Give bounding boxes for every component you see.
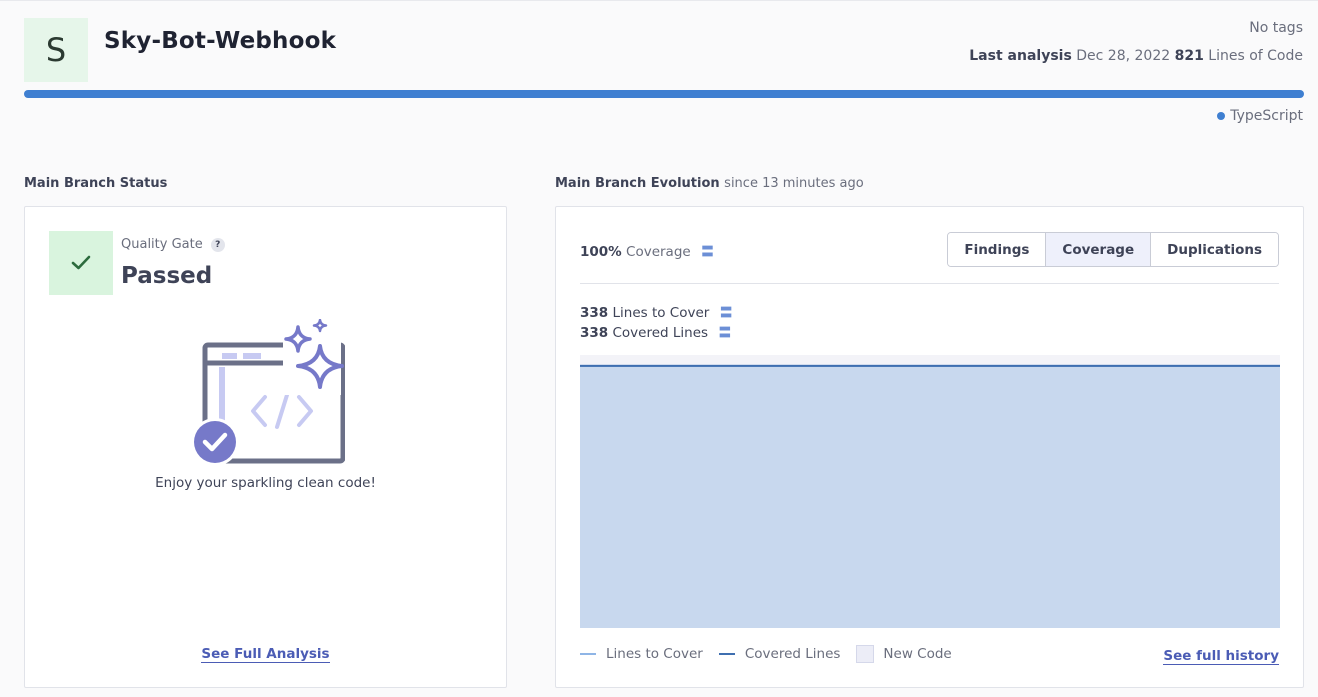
covered-lines-line-icon [718,653,735,655]
legend-new-code-label: New Code [883,646,952,662]
card-divider [580,283,1279,284]
graph-type-toggle: Findings Coverage Duplications [947,232,1279,267]
clean-code-illustration-icon [191,319,345,466]
covered-lines-metric: 338 Covered Lines 〓 [580,322,731,341]
quality-gate-text: Quality Gate [121,237,203,252]
avatar-letter: S [45,31,67,69]
chart-legend: Lines to Cover Covered Lines New Code [580,645,968,663]
covered-lines-area [580,365,1280,628]
covered-lines-value: 338 [580,325,609,341]
loc-label: Lines of Code [1208,48,1303,64]
see-full-analysis-link[interactable]: See Full Analysis [201,646,330,663]
see-full-history-link[interactable]: See full history [1163,648,1279,665]
language-distribution-bar [24,90,1304,98]
language-dot-icon [1217,112,1226,120]
see-full-analysis-wrap: See Full Analysis [25,643,506,663]
lines-to-cover-value: 338 [580,305,609,321]
see-full-history-wrap: See full history [1163,645,1279,665]
tab-findings[interactable]: Findings [948,233,1047,266]
project-tags[interactable]: No tags [1249,20,1303,36]
last-analysis-info: Last analysis Dec 28, 2022 821 Lines of … [969,48,1303,64]
equal-icon: 〓 [719,306,733,321]
quality-gate-badge [49,231,113,295]
covered-lines-label: Covered Lines [612,325,709,341]
top-border [0,0,1318,1]
status-card: Quality Gate ? Passed Enjoy your sparkli… [24,206,507,688]
lines-to-cover-metric: 338 Lines to Cover 〓 [580,302,733,321]
coverage-value: 100% [580,244,622,260]
lines-to-cover-line-icon [580,653,596,655]
enjoy-message: Enjoy your sparkling clean code! [155,475,376,491]
project-avatar: S [24,18,88,82]
equal-icon: 〓 [718,326,732,341]
evolution-title: Main Branch Evolution [555,176,720,191]
check-icon [71,255,91,270]
tab-coverage[interactable]: Coverage [1046,233,1152,266]
project-title[interactable]: Sky-Bot-Webhook [104,28,336,54]
quality-gate-status: Passed [121,263,213,289]
tab-duplications[interactable]: Duplications [1151,233,1278,266]
legend-lines-to-cover: Lines to Cover [580,646,703,662]
equal-icon: 〓 [701,245,715,260]
evolution-card: 100% Coverage 〓 Findings Coverage Duplic… [555,206,1304,688]
evolution-since: since 13 minutes ago [724,176,864,191]
language-label: TypeScript [1230,108,1303,124]
lines-to-cover-label: Lines to Cover [612,305,710,321]
language-legend: TypeScript [1217,108,1303,124]
quality-gate-label: Quality Gate ? [121,237,225,252]
coverage-chart [580,355,1280,628]
main-branch-status-title: Main Branch Status [24,176,168,191]
legend-covered-lines-label: Covered Lines [744,646,841,662]
loc-value: 821 [1174,48,1204,64]
last-analysis-date: Dec 28, 2022 [1076,48,1171,64]
help-icon[interactable]: ? [210,237,225,252]
coverage-summary: 100% Coverage 〓 [580,241,714,260]
legend-lines-to-cover-label: Lines to Cover [606,646,703,662]
legend-covered-lines: Covered Lines [718,646,841,662]
new-code-square-icon [856,645,875,663]
legend-new-code: New Code [856,645,952,663]
main-branch-evolution-title: Main Branch Evolution since 13 minutes a… [555,176,864,191]
last-analysis-label: Last analysis [969,48,1072,64]
coverage-label: Coverage [626,244,691,260]
